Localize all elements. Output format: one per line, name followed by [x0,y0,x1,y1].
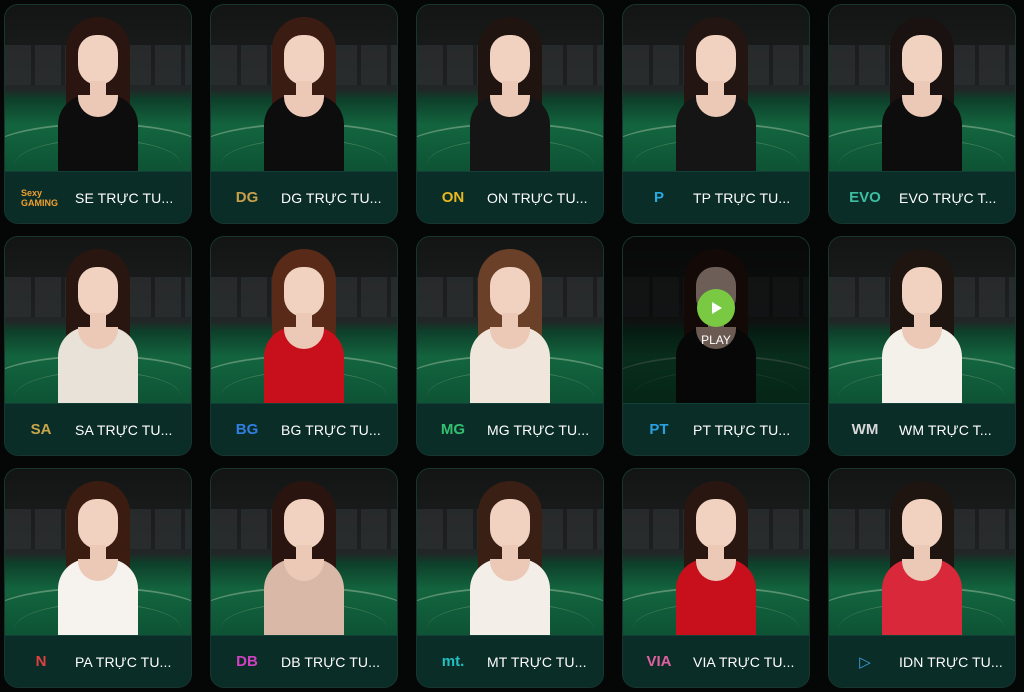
dream-gaming-logo: DG [235,189,259,206]
provider-label: WM TRỰC T... [899,421,992,438]
provider-label: SA TRỰC TU... [75,421,173,438]
big-gaming-logo: BG [235,421,259,438]
pa-casino-logo: N [35,653,47,670]
game-card-via-casino[interactable]: VIA VIA TRỰC TU... [622,468,810,688]
dealer-image [666,477,766,637]
provider-label: EVO TRỰC T... [899,189,997,206]
dealer-image [254,477,354,637]
game-card-big-gaming[interactable]: BG BG TRỰC TU... [210,236,398,456]
dealer-thumbnail [623,5,809,173]
provider-bar: N PA TRỰC TU... [5,635,191,687]
microgaming-logo: MG [440,421,466,438]
game-card-tp-gaming[interactable]: P TP TRỰC TU... [622,4,810,224]
dealer-thumbnail [211,237,397,405]
dealer-thumbnail [211,5,397,173]
game-card-on-casino[interactable]: ON ON TRỰC TU... [416,4,604,224]
live-casino-grid: Sexy GAMING SE TRỰC TU... DG DG TRỰC TU... O… [4,4,1016,688]
provider-bar: ON ON TRỰC TU... [417,171,603,223]
idn-live-logo: ▷ [859,653,871,671]
provider-label: SE TRỰC TU... [75,189,174,206]
provider-label: IDN TRỰC TU... [899,653,1003,670]
db-casino-logo: DB [236,653,258,670]
dealer-thumbnail [417,5,603,173]
provider-bar: BG BG TRỰC TU... [211,403,397,455]
dealer-image [872,477,972,637]
on-casino-logo: ON [441,189,465,206]
evolution-logo: EVO [849,189,881,206]
dealer-thumbnail [211,469,397,637]
dealer-image [460,245,560,405]
dealer-thumbnail [829,237,1015,405]
provider-bar: DB DB TRỰC TU... [211,635,397,687]
provider-label: ON TRỰC TU... [487,189,588,206]
dealer-image [254,13,354,173]
game-card-playtech[interactable]: PLAY PT PT TRỰC TU... [622,236,810,456]
provider-bar: ▷ IDN TRỰC TU... [829,635,1015,687]
provider-label: TP TRỰC TU... [693,189,791,206]
dealer-image [460,13,560,173]
game-card-mt-casino[interactable]: mt. MT TRỰC TU... [416,468,604,688]
game-card-sa-gaming[interactable]: SA SA TRỰC TU... [4,236,192,456]
provider-label: PA TRỰC TU... [75,653,172,670]
game-card-microgaming[interactable]: MG MG TRỰC TU... [416,236,604,456]
play-icon[interactable] [697,289,735,327]
provider-label: DG TRỰC TU... [281,189,382,206]
provider-bar: WM WM TRỰC T... [829,403,1015,455]
game-card-sexy-gaming[interactable]: Sexy GAMING SE TRỰC TU... [4,4,192,224]
dealer-image [48,477,148,637]
dealer-thumbnail [5,237,191,405]
dealer-thumbnail [417,237,603,405]
dealer-image [872,13,972,173]
via-casino-logo: VIA [646,653,672,670]
provider-bar: mt. MT TRỰC TU... [417,635,603,687]
dealer-image [460,477,560,637]
game-card-db-casino[interactable]: DB DB TRỰC TU... [210,468,398,688]
game-card-wm-casino[interactable]: WM WM TRỰC T... [828,236,1016,456]
sa-gaming-logo: SA [30,421,52,438]
provider-bar: PT PT TRỰC TU... [623,403,809,455]
provider-label: VIA TRỰC TU... [693,653,795,670]
provider-bar: MG MG TRỰC TU... [417,403,603,455]
wm-casino-logo: WM [851,421,879,438]
sexy-gaming-logo: Sexy GAMING [21,187,58,208]
play-overlay[interactable]: PLAY [623,237,809,405]
provider-label: MT TRỰC TU... [487,653,587,670]
provider-bar: P TP TRỰC TU... [623,171,809,223]
game-card-dream-gaming[interactable]: DG DG TRỰC TU... [210,4,398,224]
provider-label: BG TRỰC TU... [281,421,381,438]
play-label: PLAY [701,333,731,347]
game-card-pa-casino[interactable]: N PA TRỰC TU... [4,468,192,688]
dealer-image [48,13,148,173]
dealer-thumbnail [623,469,809,637]
dealer-thumbnail [5,5,191,173]
mt-casino-logo: mt. [441,653,465,670]
provider-label: DB TRỰC TU... [281,653,381,670]
tp-gaming-logo: P [653,189,664,206]
provider-label: PT TRỰC TU... [693,421,791,438]
dealer-thumbnail [417,469,603,637]
provider-bar: VIA VIA TRỰC TU... [623,635,809,687]
game-card-evolution[interactable]: EVO EVO TRỰC T... [828,4,1016,224]
provider-bar: Sexy GAMING SE TRỰC TU... [5,171,191,223]
game-card-idn-live[interactable]: ▷ IDN TRỰC TU... [828,468,1016,688]
provider-bar: EVO EVO TRỰC T... [829,171,1015,223]
dealer-image [254,245,354,405]
provider-label: MG TRỰC TU... [487,421,590,438]
playtech-logo: PT [649,421,669,438]
dealer-image [666,13,766,173]
dealer-image [872,245,972,405]
provider-bar: DG DG TRỰC TU... [211,171,397,223]
dealer-thumbnail [829,469,1015,637]
provider-bar: SA SA TRỰC TU... [5,403,191,455]
dealer-thumbnail [5,469,191,637]
dealer-image [48,245,148,405]
dealer-thumbnail [829,5,1015,173]
